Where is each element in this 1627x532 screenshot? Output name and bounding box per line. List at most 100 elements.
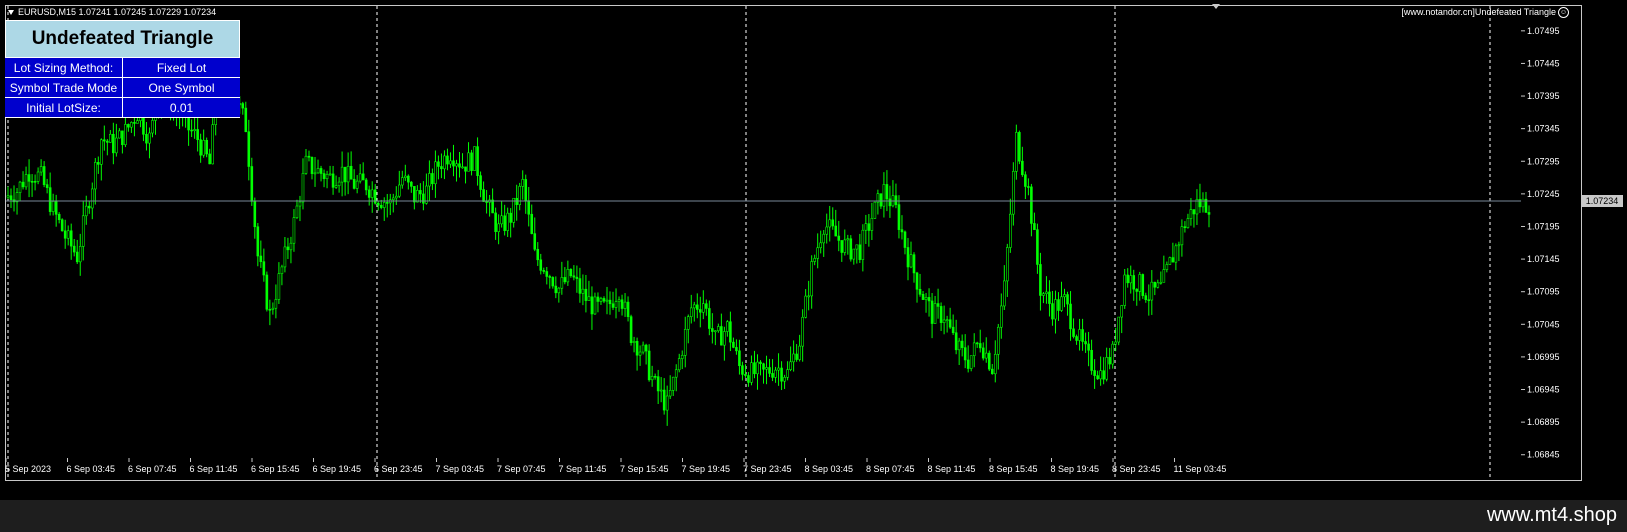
candle-body: [509, 212, 512, 223]
candle-body: [1027, 186, 1030, 188]
candle-body: [566, 268, 570, 283]
candle-body: [148, 132, 151, 144]
candle-body: [391, 197, 395, 201]
watermark: www.mt4.shop: [1486, 504, 1617, 526]
candle-body: [63, 230, 67, 239]
price-tick-label: 1.07495: [1527, 26, 1560, 36]
candle-body: [662, 389, 666, 411]
candle-body: [599, 298, 603, 302]
price-tick-label: 1.07395: [1527, 91, 1560, 101]
candle-body: [671, 376, 675, 391]
candle-body: [241, 103, 245, 109]
candle-body: [786, 369, 789, 378]
candle-body: [286, 246, 290, 251]
candle-body: [1102, 370, 1105, 380]
candle-body: [783, 376, 786, 382]
candle-body: [644, 344, 648, 352]
candle-body: [756, 361, 759, 375]
dropdown-triangle-icon[interactable]: [8, 10, 14, 16]
candle-body: [686, 316, 690, 330]
candle-body: [1150, 281, 1154, 301]
price-chart[interactable]: 5 Sep 2023 6 Sep 03:45 6 Sep 07:45 6 Sep 11…: [0, 0, 1627, 500]
candle-body: [467, 152, 470, 172]
candle-body: [632, 341, 636, 343]
candle-body: [518, 185, 522, 205]
candle-body: [121, 130, 124, 146]
chart-area[interactable]: 5 Sep 2023 6 Sep 03:45 6 Sep 07:45 6 Sep 11…: [0, 0, 1627, 500]
candle-body: [533, 233, 537, 250]
candle-body: [397, 184, 401, 197]
candle-body: [1030, 186, 1033, 224]
candle-body: [702, 303, 705, 313]
candle-body: [1201, 198, 1205, 208]
candle-body: [437, 161, 440, 167]
candle-body: [1105, 357, 1108, 380]
candle-body: [268, 308, 272, 311]
candle-body: [440, 166, 443, 170]
candle-body: [747, 375, 750, 383]
candle-body: [280, 266, 284, 274]
candle-body: [72, 245, 76, 253]
candle-body: [617, 299, 621, 302]
candle-body: [990, 368, 994, 375]
candle-body: [969, 355, 973, 369]
candle-body: [1198, 199, 1202, 208]
candle-body: [656, 376, 660, 392]
candle-body: [1135, 288, 1139, 292]
chart-shift-marker-icon: [1212, 4, 1220, 9]
time-tick-label: 7 Sep 19:45: [682, 464, 731, 474]
candle-body: [1024, 174, 1027, 187]
candle-body: [307, 155, 311, 158]
candle-body: [1021, 160, 1024, 176]
candle-body: [485, 201, 488, 203]
candle-body: [247, 131, 251, 167]
candle-body: [732, 341, 735, 348]
candle-body: [1162, 269, 1166, 283]
candle-body: [689, 307, 693, 317]
candle-body: [665, 395, 669, 411]
candle-body: [145, 134, 148, 144]
candle-body: [382, 202, 386, 208]
candle-body: [551, 277, 555, 287]
candle-body: [394, 195, 398, 199]
price-tick-label: 1.07145: [1527, 254, 1560, 264]
candle-body: [900, 229, 904, 233]
candle-body: [1039, 264, 1042, 296]
candle-body: [503, 215, 506, 231]
candle-body: [36, 171, 40, 182]
candle-body: [855, 244, 859, 250]
candle-body: [1192, 209, 1196, 215]
candle-body: [512, 197, 515, 223]
candle-body: [608, 299, 612, 305]
candle-body: [340, 166, 344, 183]
candle-body: [416, 190, 419, 203]
candle-body: [951, 326, 955, 334]
candle-body: [939, 306, 943, 323]
candle-body: [491, 199, 494, 214]
candle-body: [319, 168, 323, 174]
candle-body: [581, 288, 585, 294]
candle-body: [810, 261, 813, 297]
candle-body: [1006, 247, 1009, 282]
candle-body: [873, 201, 877, 219]
candle-body: [361, 173, 365, 181]
candle-body: [554, 285, 558, 294]
candle-body: [1114, 341, 1117, 345]
candle-body: [407, 175, 410, 183]
candle-body: [301, 173, 305, 203]
candle-body: [84, 205, 88, 217]
time-tick-label: 8 Sep 07:45: [866, 464, 915, 474]
candle-body: [57, 214, 61, 221]
price-tick-label: 1.06845: [1527, 450, 1560, 460]
candle-body: [358, 173, 362, 182]
candle-body: [476, 146, 479, 176]
candle-body: [611, 303, 615, 308]
time-tick-label: 8 Sep 19:45: [1051, 464, 1100, 474]
candle-body: [298, 201, 302, 207]
candle-body: [720, 326, 723, 346]
time-tick-label: 6 Sep 03:45: [67, 464, 116, 474]
time-tick-label: 6 Sep 11:45: [190, 464, 238, 474]
candle-body: [1120, 305, 1123, 318]
candle-body: [277, 273, 281, 300]
candle-body: [1207, 212, 1211, 215]
